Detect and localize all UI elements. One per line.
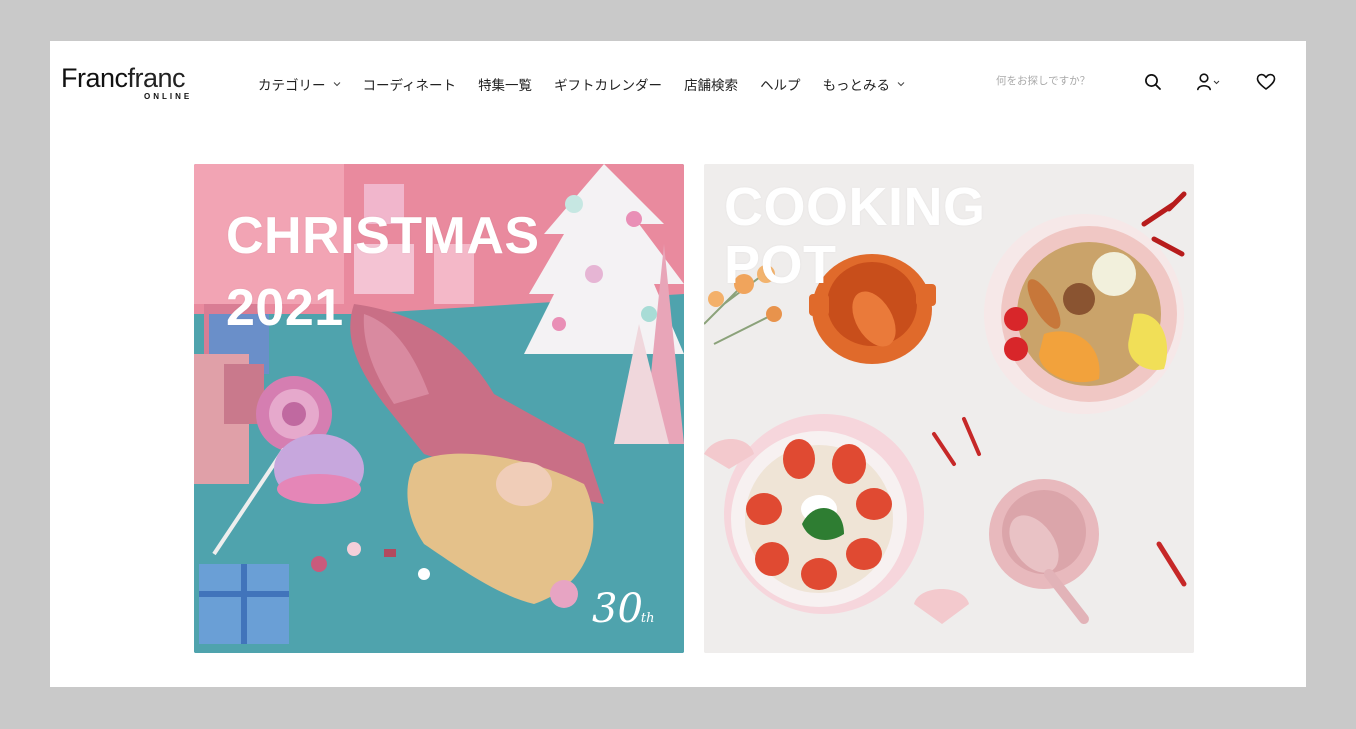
logo-wordmark: Francfranc (61, 63, 186, 93)
search-button[interactable] (1142, 71, 1164, 93)
cooking-pot-banner[interactable]: COOKING POT (704, 164, 1194, 653)
nav-item-coordinate[interactable]: コーディネート (363, 73, 457, 95)
account-button[interactable] (1194, 71, 1224, 93)
nav-item-category[interactable]: カテゴリー (258, 73, 341, 95)
chevron-down-icon (333, 82, 340, 87)
anniversary-badge: 30th (592, 586, 655, 632)
nav-item-help[interactable]: ヘルプ (760, 73, 801, 95)
christmas-2021-banner[interactable]: CHRISTMAS 2021 30th (194, 164, 684, 653)
nav-item-label: 店舗検索 (684, 78, 739, 94)
christmas-title-line2: 2021 (226, 279, 344, 337)
user-icon (1197, 73, 1220, 91)
nav-item-label: もっとみる (822, 78, 891, 94)
nav-item-more[interactable]: もっとみる (823, 73, 906, 95)
christmas-title: CHRISTMAS 2021 (226, 200, 540, 344)
logo-subtitle: ONLINE (144, 92, 193, 101)
cooking-pot-title: COOKING POT (724, 178, 986, 294)
chevron-down-icon (897, 82, 905, 87)
nav-item-features[interactable]: 特集一覧 (478, 73, 532, 95)
nav-item-label: 特集一覧 (478, 78, 533, 94)
nav-item-store-search[interactable]: 店舗検索 (684, 73, 738, 95)
cooking-pot-title-line2: POT (724, 235, 837, 295)
heart-icon (1256, 73, 1276, 90)
search-icon (1145, 74, 1161, 90)
main-nav: カテゴリー コーディネート 特集一覧 ギフトカレンダー 店舗検索 ヘルプ もっと… (258, 73, 905, 95)
christmas-title-line1: CHRISTMAS (226, 207, 540, 265)
nav-item-label: コーディネート (362, 78, 457, 94)
nav-item-gift-calendar[interactable]: ギフトカレンダー (554, 73, 662, 95)
nav-item-label: ギフトカレンダー (554, 78, 663, 94)
search-input[interactable] (996, 71, 1116, 91)
page-frame: Francfranc ONLINE カテゴリー コーディネート 特集一覧 ギフト… (50, 41, 1306, 687)
favorites-button[interactable] (1255, 71, 1277, 93)
site-logo[interactable]: Francfranc ONLINE (61, 63, 211, 105)
nav-item-label: カテゴリー (258, 78, 326, 94)
cooking-pot-title-line1: COOKING (724, 177, 986, 237)
nav-item-label: ヘルプ (760, 78, 801, 94)
